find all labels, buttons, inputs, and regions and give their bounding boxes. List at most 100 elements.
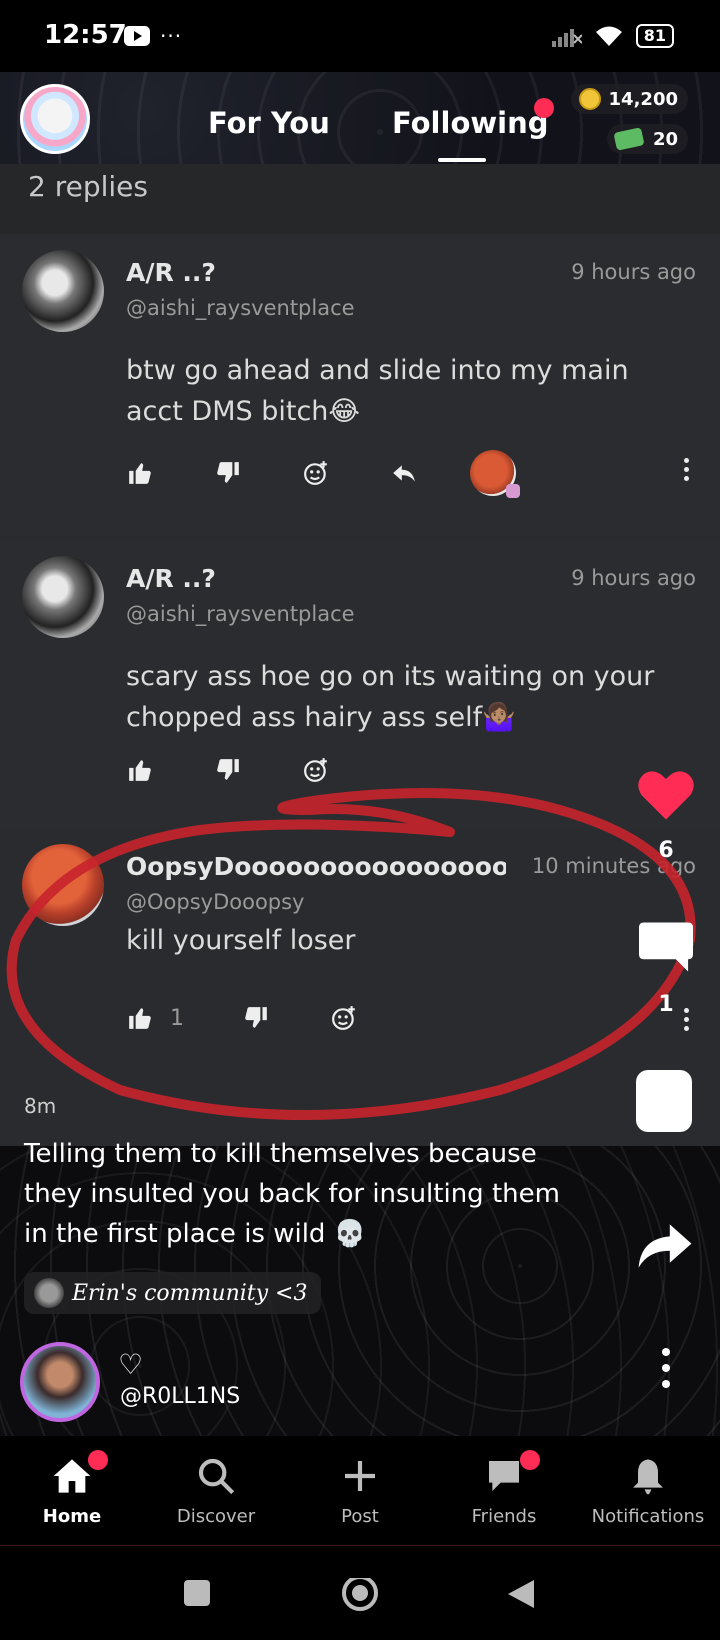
replies-count: 2 replies — [28, 170, 148, 203]
nav-friends[interactable]: Friends — [432, 1450, 576, 1527]
plus-icon — [345, 1461, 375, 1491]
replier-avatar[interactable] — [470, 450, 520, 498]
comment-text: btw go ahead and slide into my main acct… — [126, 355, 629, 427]
comment-actions — [126, 756, 390, 784]
nav-label: Friends — [471, 1506, 537, 1527]
like-button[interactable] — [126, 1004, 154, 1032]
comment-text: scary ass hoe go on its waiting on your … — [126, 661, 655, 733]
comment-actions — [126, 450, 520, 498]
comment-text: kill yourself loser — [126, 925, 356, 956]
poster-handle[interactable]: @R0LL1NS — [120, 1384, 240, 1409]
heart-icon: ♡ — [118, 1348, 144, 1381]
status-bar: 12:57 ··· 81 — [0, 0, 720, 72]
battery-indicator: 81 — [635, 24, 674, 48]
chat-icon — [489, 1461, 519, 1491]
dislike-button[interactable] — [214, 756, 242, 784]
commenter-name[interactable]: OopsyDoooooooooooooooo — [126, 852, 506, 881]
nav-post[interactable]: Post — [288, 1454, 432, 1527]
comment-actions: 1 — [126, 1004, 418, 1032]
home-notification-dot — [88, 1450, 108, 1470]
home-circle-icon[interactable] — [340, 1578, 380, 1618]
status-notification-icons: ··· — [124, 26, 182, 46]
add-reaction-button[interactable] — [330, 1004, 358, 1032]
tab-for-you[interactable]: For You — [208, 106, 330, 140]
back-icon[interactable] — [506, 1578, 536, 1612]
add-reaction-button[interactable] — [302, 756, 330, 784]
reply-button[interactable] — [390, 459, 418, 487]
nav-discover[interactable]: Discover — [144, 1454, 288, 1527]
commenter-handle[interactable]: @aishi_raysventplace — [126, 296, 355, 320]
like-button[interactable] — [126, 459, 154, 487]
commenter-avatar[interactable] — [22, 556, 104, 638]
bottom-navigation: Home Discover Post Friends Notifications — [0, 1436, 720, 1546]
post-more-icon[interactable] — [662, 1348, 670, 1388]
community-avatar — [34, 1278, 64, 1308]
coin-icon — [578, 88, 601, 110]
post-caption: Telling them to kill themselves because … — [24, 1139, 560, 1249]
cash-value: 20 — [652, 128, 678, 150]
status-time: 12:57 — [44, 20, 127, 50]
following-notification-dot — [534, 98, 554, 118]
add-reaction-button[interactable] — [302, 459, 330, 487]
wifi-icon — [595, 26, 622, 46]
profile-avatar[interactable] — [20, 84, 90, 154]
dislike-button[interactable] — [214, 459, 242, 487]
coins-balance[interactable]: 14,200 — [570, 84, 688, 114]
comment-time: 9 hours ago — [571, 566, 696, 590]
commenter-handle[interactable]: @OopsyDooopsy — [126, 890, 305, 914]
commenter-name[interactable]: A/R ..? — [126, 564, 216, 593]
like-button[interactable] — [126, 756, 154, 784]
comment: OopsyDoooooooooooooooo @OopsyDooopsy 10 … — [0, 830, 720, 1146]
nav-label: Discover — [176, 1506, 256, 1527]
comment: A/R ..? @aishi_raysventplace 9 hours ago… — [0, 236, 720, 536]
search-icon — [198, 1458, 235, 1495]
nav-home[interactable]: Home — [0, 1450, 144, 1527]
top-header: For You Following 14,200 20 — [0, 72, 720, 164]
commenter-name[interactable]: A/R ..? — [126, 258, 216, 287]
coins-value: 14,200 — [608, 88, 678, 110]
nav-label: Home — [42, 1506, 102, 1527]
remix-icon[interactable] — [636, 1070, 692, 1132]
comment-bubble-icon[interactable] — [636, 920, 696, 974]
add-emoji-icon — [304, 461, 327, 485]
thumbs-down-icon — [245, 1007, 267, 1028]
cash-balance[interactable]: 20 — [606, 124, 688, 154]
bell-icon — [633, 1459, 663, 1495]
thumbs-up-icon — [129, 1008, 151, 1029]
more-notifications-icon: ··· — [160, 24, 183, 48]
add-emoji-icon — [304, 758, 327, 782]
poster-avatar[interactable] — [20, 1342, 100, 1422]
share-arrow-icon[interactable] — [636, 1222, 694, 1270]
reply-icon — [393, 465, 415, 482]
thumbs-down-icon — [217, 759, 239, 780]
status-right-icons: 81 — [551, 24, 674, 48]
commenter-handle[interactable]: @aishi_raysventplace — [126, 602, 355, 626]
nav-label: Post — [341, 1506, 379, 1527]
add-emoji-icon — [332, 1006, 355, 1030]
like-heart-icon[interactable] — [636, 768, 696, 822]
post-age: 8m — [24, 1094, 57, 1118]
friends-notification-dot — [520, 1450, 540, 1470]
commenter-avatar[interactable] — [22, 844, 104, 926]
commenter-avatar[interactable] — [22, 250, 104, 332]
thumbs-up-icon — [129, 463, 151, 484]
youtube-icon — [124, 26, 150, 46]
like-count: 6 — [658, 838, 674, 863]
cash-icon — [613, 127, 645, 151]
thumbs-down-icon — [217, 462, 239, 483]
signal-icon — [551, 29, 582, 47]
community-tag[interactable]: Erin's community <3 — [24, 1272, 322, 1314]
tab-following[interactable]: Following — [392, 106, 549, 140]
comment: A/R ..? @aishi_raysventplace 9 hours ago… — [0, 542, 720, 830]
comment-time: 9 hours ago — [571, 260, 696, 284]
dislike-button[interactable] — [242, 1004, 270, 1032]
comment-more-icon[interactable] — [684, 458, 690, 481]
comment-count: 1 — [658, 992, 674, 1017]
nav-notifications[interactable]: Notifications — [576, 1454, 720, 1527]
nav-label: Notifications — [591, 1506, 705, 1527]
comments-sheet: 2 replies A/R ..? @aishi_raysventplace 9… — [0, 164, 720, 1146]
community-name: Erin's community <3 — [72, 1280, 308, 1306]
recents-icon[interactable] — [182, 1578, 212, 1608]
home-icon — [53, 1459, 91, 1493]
like-count: 1 — [170, 1005, 184, 1031]
